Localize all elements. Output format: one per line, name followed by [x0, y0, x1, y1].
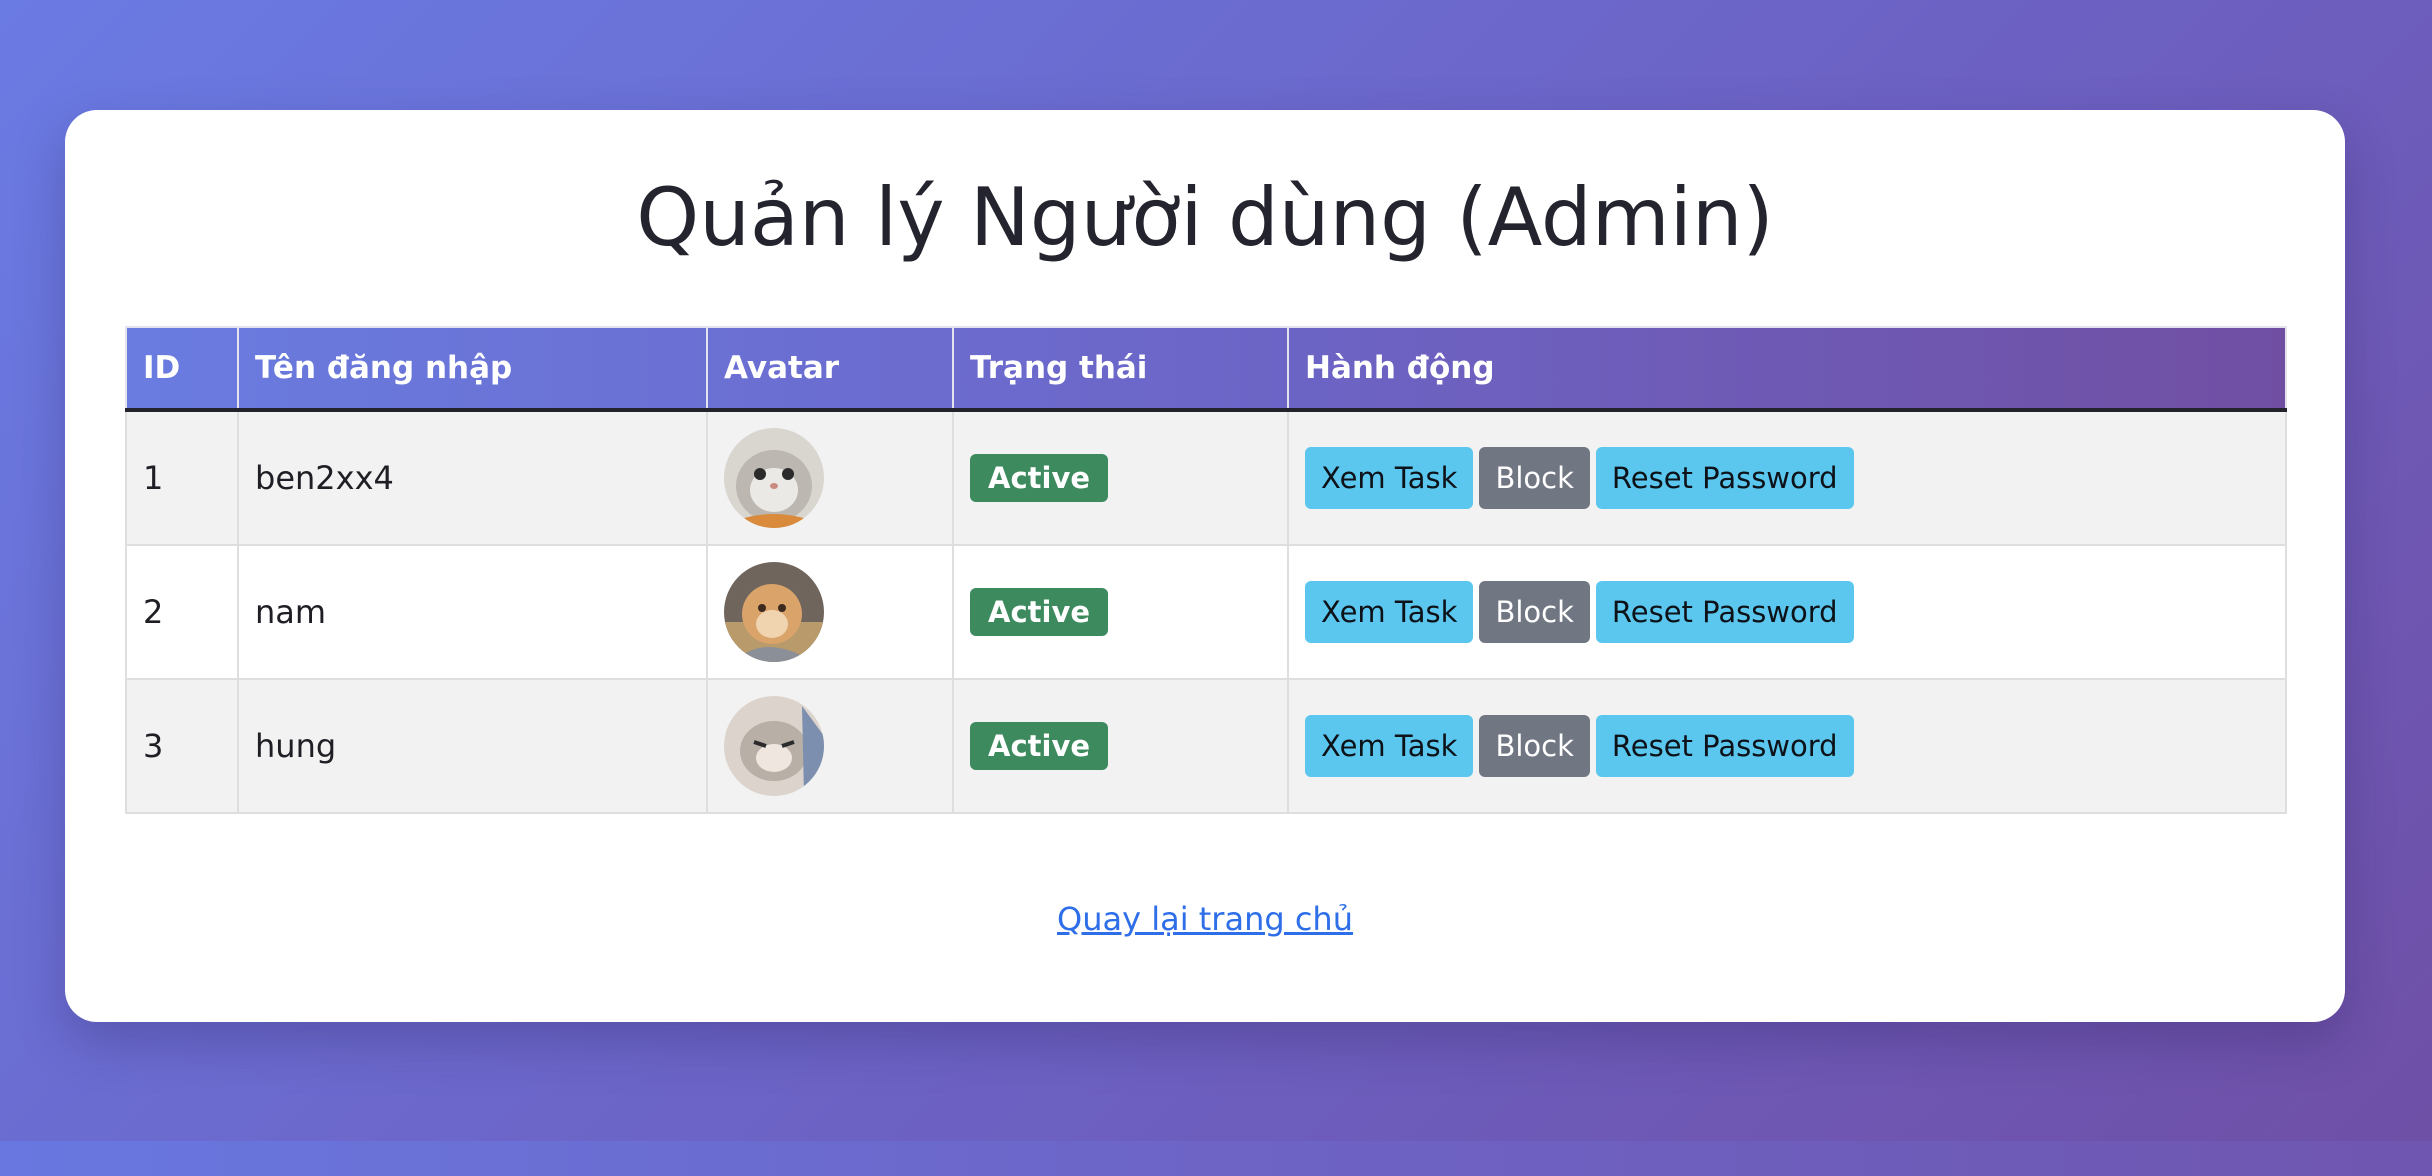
cell-id: 1 — [125, 409, 239, 546]
avatar — [724, 428, 824, 528]
view-tasks-button[interactable]: Xem Task — [1305, 715, 1474, 777]
avatar — [724, 696, 824, 796]
cell-avatar — [706, 544, 954, 680]
reset-password-button[interactable]: Reset Password — [1595, 581, 1854, 643]
bottom-strip — [0, 1141, 2432, 1176]
status-badge: Active — [970, 722, 1109, 770]
user-management-card: Quản lý Người dùng (Admin) ID Tên đăng n… — [65, 110, 2345, 1022]
back-link-container: Quay lại trang chủ — [65, 900, 2345, 938]
view-tasks-button[interactable]: Xem Task — [1305, 581, 1474, 643]
block-button[interactable]: Block — [1479, 581, 1590, 643]
cell-actions: Xem Task Block Reset Password — [1287, 409, 2287, 546]
cell-actions: Xem Task Block Reset Password — [1287, 544, 2287, 680]
header-actions: Hành động — [1287, 326, 2287, 412]
reset-password-button[interactable]: Reset Password — [1595, 715, 1854, 777]
cell-username: nam — [237, 544, 708, 680]
users-table: ID Tên đăng nhập Avatar Trạng thái Hành … — [125, 326, 2287, 814]
cell-status: Active — [952, 678, 1289, 814]
cell-username: hung — [237, 678, 708, 814]
header-username: Tên đăng nhập — [237, 326, 708, 412]
table-row: 1 ben2xx4 Active Xem Task Block Reset Pa… — [125, 409, 2287, 546]
view-tasks-button[interactable]: Xem Task — [1305, 447, 1474, 509]
block-button[interactable]: Block — [1479, 715, 1590, 777]
status-badge: Active — [970, 588, 1109, 636]
table-header: ID Tên đăng nhập Avatar Trạng thái Hành … — [125, 326, 2287, 412]
header-status: Trạng thái — [952, 326, 1289, 412]
cell-username: ben2xx4 — [237, 409, 708, 546]
cell-avatar — [706, 409, 954, 546]
table-row: 2 nam Active Xem Task Block Reset Passwo… — [125, 544, 2287, 680]
page-title: Quản lý Người dùng (Admin) — [636, 171, 1774, 264]
status-badge: Active — [970, 454, 1109, 502]
table-row: 3 hung Active Xem Task Block Reset Passw… — [125, 678, 2287, 814]
cell-avatar — [706, 678, 954, 814]
header-avatar: Avatar — [706, 326, 954, 412]
avatar — [724, 562, 824, 662]
cell-actions: Xem Task Block Reset Password — [1287, 678, 2287, 814]
back-to-home-link[interactable]: Quay lại trang chủ — [1057, 900, 1353, 938]
reset-password-button[interactable]: Reset Password — [1595, 447, 1854, 509]
cell-id: 3 — [125, 678, 239, 814]
header-id: ID — [125, 326, 239, 412]
cell-status: Active — [952, 409, 1289, 546]
block-button[interactable]: Block — [1479, 447, 1590, 509]
cell-status: Active — [952, 544, 1289, 680]
cell-id: 2 — [125, 544, 239, 680]
